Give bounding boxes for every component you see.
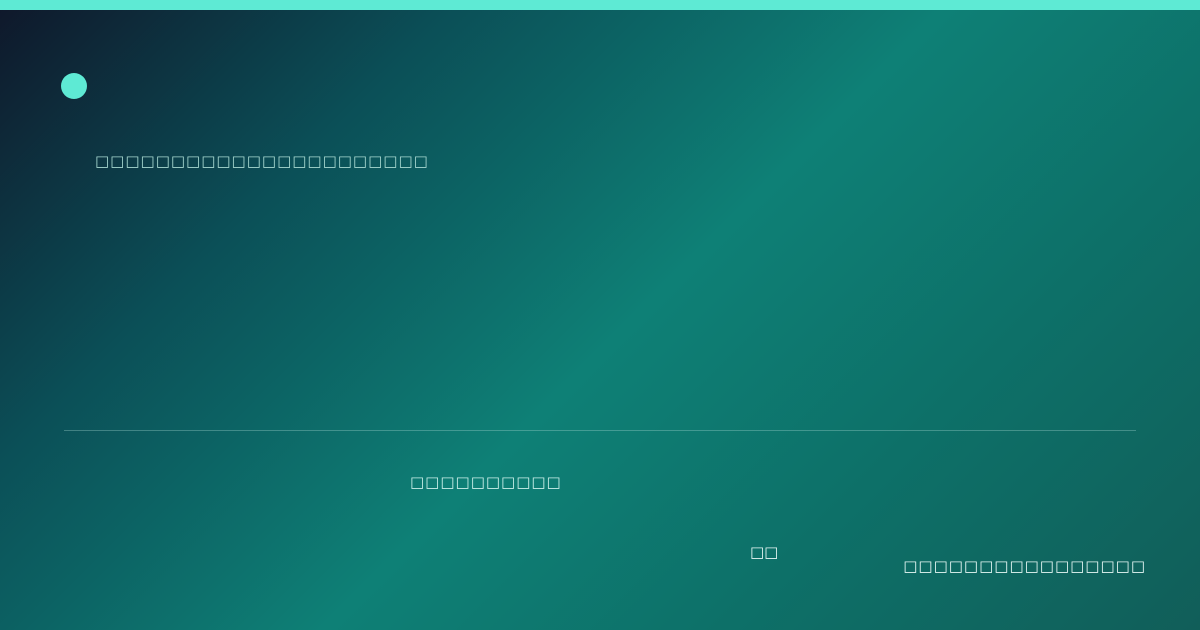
headline-text: □□□□□□□□□□□□□□□□□□□□□□ [95,152,429,170]
accent-dot [61,73,87,99]
tag-text: □□ [750,543,779,561]
subtitle-text: □□□□□□□□□□ [410,473,562,491]
top-accent-bar [0,0,1200,10]
signature-text: □□□□□□□□□□□□□□□□ [903,557,1146,575]
horizontal-divider [64,430,1136,431]
